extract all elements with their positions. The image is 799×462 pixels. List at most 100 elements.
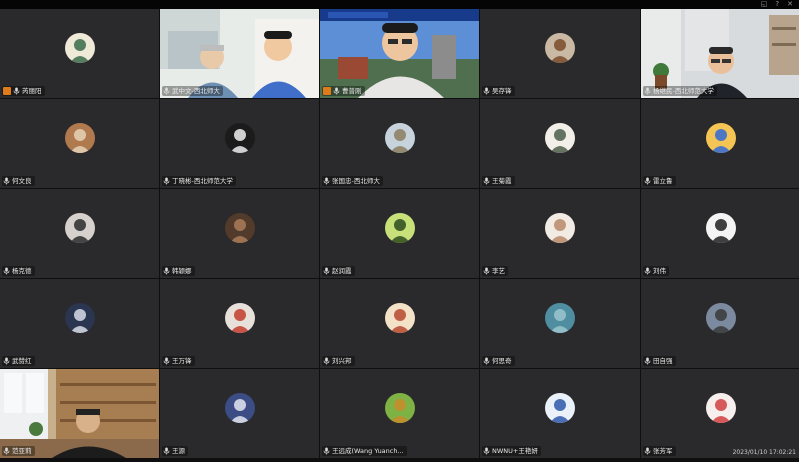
participant-name-bar: 武中文-西北师大 [162, 86, 223, 96]
participant-name: 曹普刚 [342, 87, 362, 95]
participant-tile[interactable]: 何文良 [0, 99, 159, 188]
window-controls: ◱ ? ✕ [761, 0, 793, 9]
avatar [545, 213, 575, 244]
participant-name: 杨继民-西北师范大学 [653, 87, 714, 95]
microphone-icon [3, 357, 10, 365]
participant-name: 王源 [172, 447, 185, 455]
microphone-icon [483, 267, 490, 275]
participant-tile[interactable]: 张国忠-西北师大 [320, 99, 479, 188]
microphone-icon [3, 177, 10, 185]
microphone-icon [483, 177, 490, 185]
participant-name: 王菊霞 [492, 177, 512, 185]
close-icon[interactable]: ✕ [787, 0, 793, 9]
microphone-icon [163, 267, 170, 275]
participant-tile[interactable]: 何思奇 [480, 279, 640, 368]
participant-name-bar: 韩颖娜 [162, 266, 195, 276]
participant-name-bar: NWNU+王艳妍 [482, 446, 541, 456]
microphone-icon [644, 357, 651, 365]
microphone-icon [163, 267, 170, 275]
participant-name: NWNU+王艳妍 [492, 447, 538, 455]
microphone-icon [163, 177, 170, 185]
participant-name: 韩颖娜 [172, 267, 192, 275]
microphone-icon [323, 177, 330, 185]
avatar [384, 123, 415, 154]
participant-name: 雷立鲁 [653, 177, 673, 185]
video-feed [320, 9, 479, 98]
microphone-icon [483, 87, 490, 95]
participant-name-bar: 张国忠-西北师大 [322, 176, 383, 186]
avatar [64, 213, 95, 244]
microphone-icon [163, 357, 170, 365]
participant-name: 芮丽阳 [22, 87, 42, 95]
participant-tile[interactable]: 雷立鲁 [641, 99, 799, 188]
participant-tile[interactable]: 王源 [160, 369, 319, 458]
participant-name: 何思奇 [492, 357, 512, 365]
avatar [64, 123, 95, 154]
participant-tile[interactable]: 王万锋 [160, 279, 319, 368]
participant-name: 杨克德 [12, 267, 32, 275]
participant-name-bar: 王远成(Wang Yuanch... [322, 446, 407, 456]
microphone-icon [323, 447, 330, 455]
participant-name-bar: 何文良 [2, 176, 35, 186]
video-feed [641, 9, 799, 98]
avatar [224, 303, 255, 334]
participant-tile[interactable]: 丁晓彬-西北师范大学 [160, 99, 319, 188]
participant-name-bar: 芮丽阳 [2, 86, 45, 96]
avatar [224, 393, 255, 424]
microphone-icon [3, 267, 10, 275]
participant-tile[interactable]: 芮丽阳 [0, 9, 159, 98]
participant-name: 范亚莉 [12, 447, 32, 455]
participant-name-bar: 丁晓彬-西北师范大学 [162, 176, 236, 186]
participant-tile[interactable]: 吴存锋 [480, 9, 640, 98]
participant-name: 刘伟 [653, 267, 666, 275]
microphone-icon [163, 177, 170, 185]
participant-tile[interactable]: 曹普刚 [320, 9, 479, 98]
microphone-icon [323, 267, 330, 275]
microphone-icon [3, 357, 10, 365]
microphone-icon [323, 177, 330, 185]
avatar [224, 213, 255, 244]
participant-tile[interactable]: 王菊霞 [480, 99, 640, 188]
participant-name-bar: 何思奇 [482, 356, 515, 366]
participant-tile[interactable]: 杨克德 [0, 189, 159, 278]
microphone-icon [323, 357, 330, 365]
share-icon[interactable]: ◱ [761, 0, 768, 9]
participant-name: 张国忠-西北师大 [332, 177, 380, 185]
participant-name: 张芳军 [653, 447, 673, 455]
microphone-icon [483, 447, 490, 455]
participant-name-bar: 武赞红 [2, 356, 35, 366]
microphone-icon [483, 177, 490, 185]
participant-tile[interactable]: 张芳军 2023/01/10 17:02:21 [641, 369, 799, 458]
microphone-icon [483, 357, 490, 365]
avatar [545, 303, 575, 334]
avatar [545, 393, 575, 424]
participant-tile[interactable]: 武中文-西北师大 [160, 9, 319, 98]
participant-tile[interactable]: 武赞红 [0, 279, 159, 368]
microphone-icon [323, 267, 330, 275]
participant-tile[interactable]: 刘伟 [641, 189, 799, 278]
participant-tile[interactable]: 李艺 [480, 189, 640, 278]
microphone-icon [3, 447, 10, 455]
participant-tile[interactable]: 杨继民-西北师范大学 [641, 9, 799, 98]
microphone-icon [483, 357, 490, 365]
participant-grid: 芮丽阳 武中文-西北师大 曹普刚 吴存锋 杨继民-西北师范大学何文良 丁晓彬-西北师范大学… [0, 9, 799, 460]
participant-tile[interactable]: 刘兴邦 [320, 279, 479, 368]
participant-name: 丁晓彬-西北师范大学 [172, 177, 233, 185]
participant-tile[interactable]: 范亚莉 [0, 369, 159, 458]
microphone-icon [163, 357, 170, 365]
participant-tile[interactable]: NWNU+王艳妍 [480, 369, 640, 458]
avatar [384, 303, 415, 334]
participant-tile[interactable]: 王远成(Wang Yuanch... [320, 369, 479, 458]
avatar [705, 393, 736, 424]
participant-name: 武中文-西北师大 [172, 87, 220, 95]
avatar [705, 303, 736, 334]
participant-tile[interactable]: 韩颖娜 [160, 189, 319, 278]
participant-tile[interactable]: 赵润霞 [320, 189, 479, 278]
avatar [224, 123, 255, 154]
microphone-icon [483, 267, 490, 275]
participant-name-bar: 吴存锋 [482, 86, 515, 96]
participant-name: 李艺 [492, 267, 505, 275]
participant-tile[interactable]: 田自强 [641, 279, 799, 368]
participant-name-bar: 王菊霞 [482, 176, 515, 186]
help-icon[interactable]: ? [775, 0, 779, 9]
